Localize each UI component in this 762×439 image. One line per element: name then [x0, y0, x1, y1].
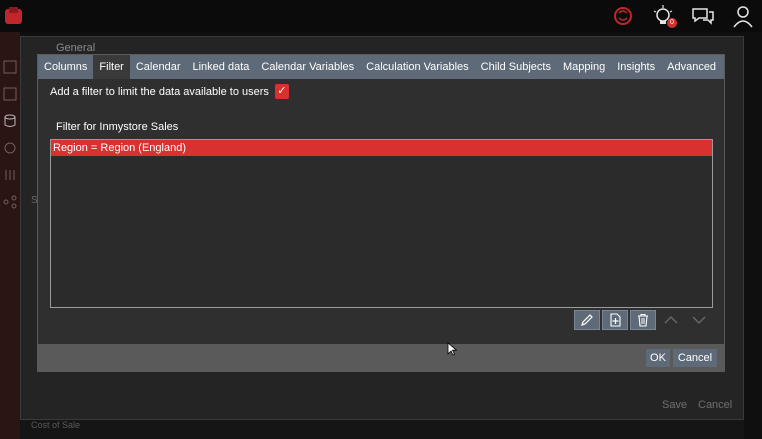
image-icon[interactable]	[3, 87, 17, 101]
move-up-button[interactable]	[658, 310, 684, 330]
grid-icon[interactable]	[3, 60, 17, 74]
share-icon[interactable]	[3, 195, 17, 209]
tab-linked-data[interactable]: Linked data	[187, 55, 256, 79]
filter-toolbar	[574, 310, 712, 330]
chevron-down-icon	[692, 316, 706, 324]
tab-calendar[interactable]: Calendar	[130, 55, 187, 79]
cancel-button[interactable]: Cancel	[673, 349, 717, 367]
add-filter-label: Add a filter to limit the data available…	[50, 85, 269, 98]
tab-filter[interactable]: Filter	[93, 55, 130, 79]
dialog-tab-bar: Columns Filter Calendar Linked data Cale…	[38, 55, 724, 79]
tab-mapping[interactable]: Mapping	[557, 55, 611, 79]
add-filter-checkbox[interactable]: ✓	[274, 84, 289, 99]
trash-icon	[638, 313, 648, 327]
dialog-footer: OK Cancel	[38, 344, 724, 372]
app-logo-icon[interactable]	[4, 6, 24, 26]
add-document-icon	[610, 313, 621, 327]
tab-advanced[interactable]: Advanced	[661, 55, 722, 79]
ok-button[interactable]: OK	[646, 349, 670, 367]
filter-list[interactable]: Region = Region (England)	[50, 139, 713, 308]
background-bottom-strip	[20, 420, 744, 439]
mouse-cursor-icon	[447, 342, 457, 356]
chevron-up-icon	[664, 316, 678, 324]
background-save-button: Save	[662, 399, 688, 411]
database-icon[interactable]	[3, 114, 17, 128]
pie-chart-icon[interactable]	[3, 141, 17, 155]
add-filter-button[interactable]	[602, 310, 628, 330]
sliders-icon[interactable]	[3, 168, 17, 182]
tab-child-subjects[interactable]: Child Subjects	[475, 55, 557, 79]
pencil-icon	[581, 314, 593, 326]
tab-calendar-variables[interactable]: Calendar Variables	[255, 55, 360, 79]
delete-filter-button[interactable]	[630, 310, 656, 330]
user-icon[interactable]	[730, 3, 756, 29]
subject-settings-dialog: Columns Filter Calendar Linked data Cale…	[37, 54, 725, 372]
brain-icon[interactable]	[610, 3, 636, 29]
edit-filter-button[interactable]	[574, 310, 600, 330]
lightbulb-icon[interactable]: 0	[650, 3, 677, 29]
filter-list-item[interactable]: Region = Region (England)	[51, 140, 712, 156]
add-filter-row: Add a filter to limit the data available…	[50, 84, 289, 99]
chat-icon[interactable]	[690, 3, 716, 29]
move-down-button[interactable]	[686, 310, 712, 330]
notification-badge: 0	[667, 18, 677, 28]
left-nav-rail	[0, 32, 20, 439]
top-bar: 0	[0, 0, 762, 32]
filter-for-label: Filter for Inmystore Sales	[56, 121, 179, 133]
tab-insights[interactable]: Insights	[611, 55, 661, 79]
background-general-tab: General	[56, 42, 96, 54]
tab-calculation-variables[interactable]: Calculation Variables	[360, 55, 475, 79]
background-cost-label: Cost of Sale	[31, 420, 81, 430]
background-cancel-button: Cancel	[698, 399, 733, 411]
tab-columns[interactable]: Columns	[38, 55, 93, 79]
